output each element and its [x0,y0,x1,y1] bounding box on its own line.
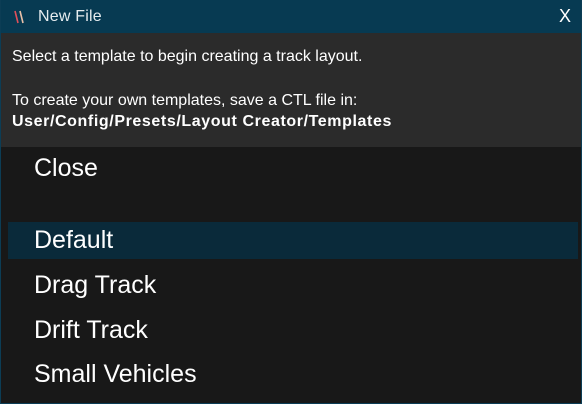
custom-template-hint: To create your own templates, save a CTL… [12,92,358,109]
templates-path: User/Config/Presets/Layout Creator/Templ… [12,113,392,130]
app-glyph-icon [12,9,28,25]
title-bar: New File X [1,0,581,33]
template-item-default[interactable]: Default [8,222,578,259]
info-panel: Select a template to begin creating a tr… [1,33,581,147]
template-list: Close Default Drag Track Drift Track Sma… [1,147,581,403]
template-item-small-vehicles[interactable]: Small Vehicles [8,356,578,393]
template-item-drag-track[interactable]: Drag Track [8,267,578,304]
new-file-dialog: New File X Select a template to begin cr… [0,0,582,404]
window-title: New File [38,7,102,25]
close-window-button[interactable]: X [559,6,571,26]
template-item-drift-track[interactable]: Drift Track [8,312,578,349]
instruction-text: Select a template to begin creating a tr… [12,48,363,65]
close-button[interactable]: Close [8,150,578,187]
